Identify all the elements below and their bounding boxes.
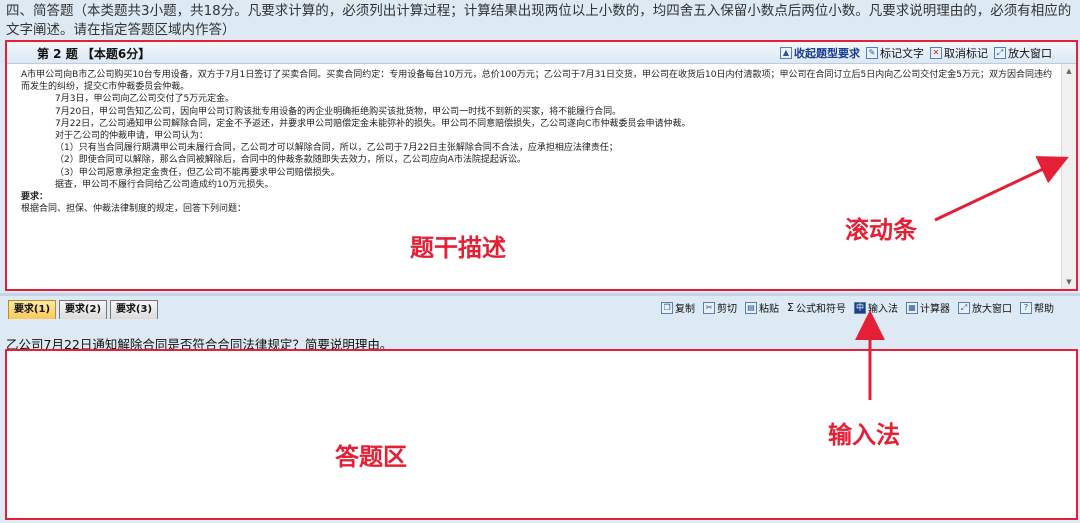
unmark-icon: ✕ [930,47,942,59]
calculator-button[interactable]: ▦ 计算器 [906,300,950,315]
copy-icon: ❐ [661,301,674,314]
tool-label: 计算器 [920,304,950,315]
stem-paragraph: 7月20日，甲公司告知乙公司，因向甲公司订购该批专用设备的丙企业明确拒绝购买该批… [55,106,622,117]
annotation-answer-area: 答题区 [335,443,407,471]
scroll-down-icon[interactable]: ▼ [1062,275,1076,289]
annotation-input-method: 输入法 [828,421,900,449]
calculator-icon: ▦ [906,301,918,314]
question-header: 第 2 题 【本题6分】 ▲ 收起题型要求 ✎ 标记文字 ✕ 取消标记 ⤢ 放大… [7,42,1076,64]
panel-divider[interactable] [0,293,1080,296]
formula-icon: Σ [787,301,794,314]
scroll-up-icon[interactable]: ▲ [1062,64,1076,78]
maximize-answer-button[interactable]: ⤢ 放大窗口 [958,300,1012,315]
ime-icon: 中 [854,301,866,314]
question-panel: 第 2 题 【本题6分】 ▲ 收起题型要求 ✎ 标记文字 ✕ 取消标记 ⤢ 放大… [5,40,1078,291]
question-scrollbar[interactable]: ▲ ▼ [1061,64,1076,289]
cut-button[interactable]: ✂ 剪切 [703,300,737,315]
copy-button[interactable]: ❐ 复制 [661,300,695,315]
stem-paragraph: 对于乙公司的仲裁申请，甲公司认为： [55,131,209,142]
tool-label: 放大窗口 [1008,47,1052,60]
tool-label: 剪切 [717,304,738,315]
tool-label: 复制 [675,304,696,315]
stem-paragraph: （1）只有当合同履行期满甲公司未履行合同，乙公司才可以解除合同，所以，乙公司于7… [55,143,618,154]
answer-toolbar: ❐ 复制 ✂ 剪切 ▤ 粘贴 Σ 公式和符号 中 输入法 ▦ 计算器 ⤢ 放大窗… [661,300,1054,315]
collapse-icon: ▲ [780,47,792,59]
unmark-button[interactable]: ✕ 取消标记 [930,45,988,61]
help-button[interactable]: ? 帮助 [1020,300,1054,315]
stem-paragraph: （3）甲公司愿意承担定金责任，但乙公司不能再要求甲公司赔偿损失。 [55,167,340,178]
annotation-scrollbar: 滚动条 [845,216,917,244]
question-stem: A市甲公司向B市乙公司购买10台专用设备，双方于7月1日签订了买卖合同。买卖合同… [21,69,1053,215]
paste-button[interactable]: ▤ 粘贴 [745,300,779,315]
stem-paragraph: 7月22日，乙公司通知甲公司解除合同，定金不予返还，并要求甲公司赔偿定金未能弥补… [55,118,691,129]
stem-paragraph: A市甲公司向B市乙公司购买10台专用设备，双方于7月1日签订了买卖合同。买卖合同… [21,70,1052,93]
stem-paragraph: （2）即使合同可以解除，那么合同被解除后，合同中的仲裁条款随即失去效力，所以，乙… [55,155,526,166]
formula-button[interactable]: Σ 公式和符号 [787,300,846,315]
tool-label: 公式和符号 [796,304,846,315]
requirement-tabs: 要求(1) 要求(2) 要求(3) [8,300,158,319]
stem-paragraph: 7月3日，甲公司向乙公司交付了5万元定金。 [55,94,235,105]
tool-label: 放大窗口 [972,304,1012,315]
tab-requirement-1[interactable]: 要求(1) [8,300,56,319]
maximize-window-button[interactable]: ⤢ 放大窗口 [994,45,1052,61]
tool-label: 收起题型要求 [794,47,860,60]
tool-label: 输入法 [868,304,898,315]
tool-label: 粘贴 [759,304,780,315]
stem-paragraph: 据查，甲公司不履行合同给乙公司造成约10万元损失。 [55,179,274,190]
input-method-button[interactable]: 中 输入法 [854,300,898,315]
help-icon: ? [1020,301,1032,314]
tool-label: 取消标记 [944,47,988,60]
question-title: 第 2 题 【本题6分】 [37,47,151,61]
mark-icon: ✎ [866,47,878,59]
maximize-icon: ⤢ [994,47,1006,59]
collapse-requirements-button[interactable]: ▲ 收起题型要求 [780,45,860,61]
cut-icon: ✂ [703,301,716,314]
maximize-icon: ⤢ [958,301,970,314]
mark-text-button[interactable]: ✎ 标记文字 [866,45,924,61]
tool-label: 标记文字 [880,47,924,60]
tab-requirement-3[interactable]: 要求(3) [110,300,158,319]
question-toolbar: ▲ 收起题型要求 ✎ 标记文字 ✕ 取消标记 ⤢ 放大窗口 [780,45,1052,61]
annotation-stem: 题干描述 [410,234,506,262]
tab-requirement-2[interactable]: 要求(2) [59,300,107,319]
tool-label: 帮助 [1034,304,1054,315]
answer-area[interactable] [5,349,1078,520]
paste-icon: ▤ [745,301,758,314]
section-instructions: 四、简答题（本类题共3小题，共18分。凡要求计算的，必须列出计算过程；计算结果出… [6,3,1072,38]
requirements-heading: 要求： [21,192,49,203]
